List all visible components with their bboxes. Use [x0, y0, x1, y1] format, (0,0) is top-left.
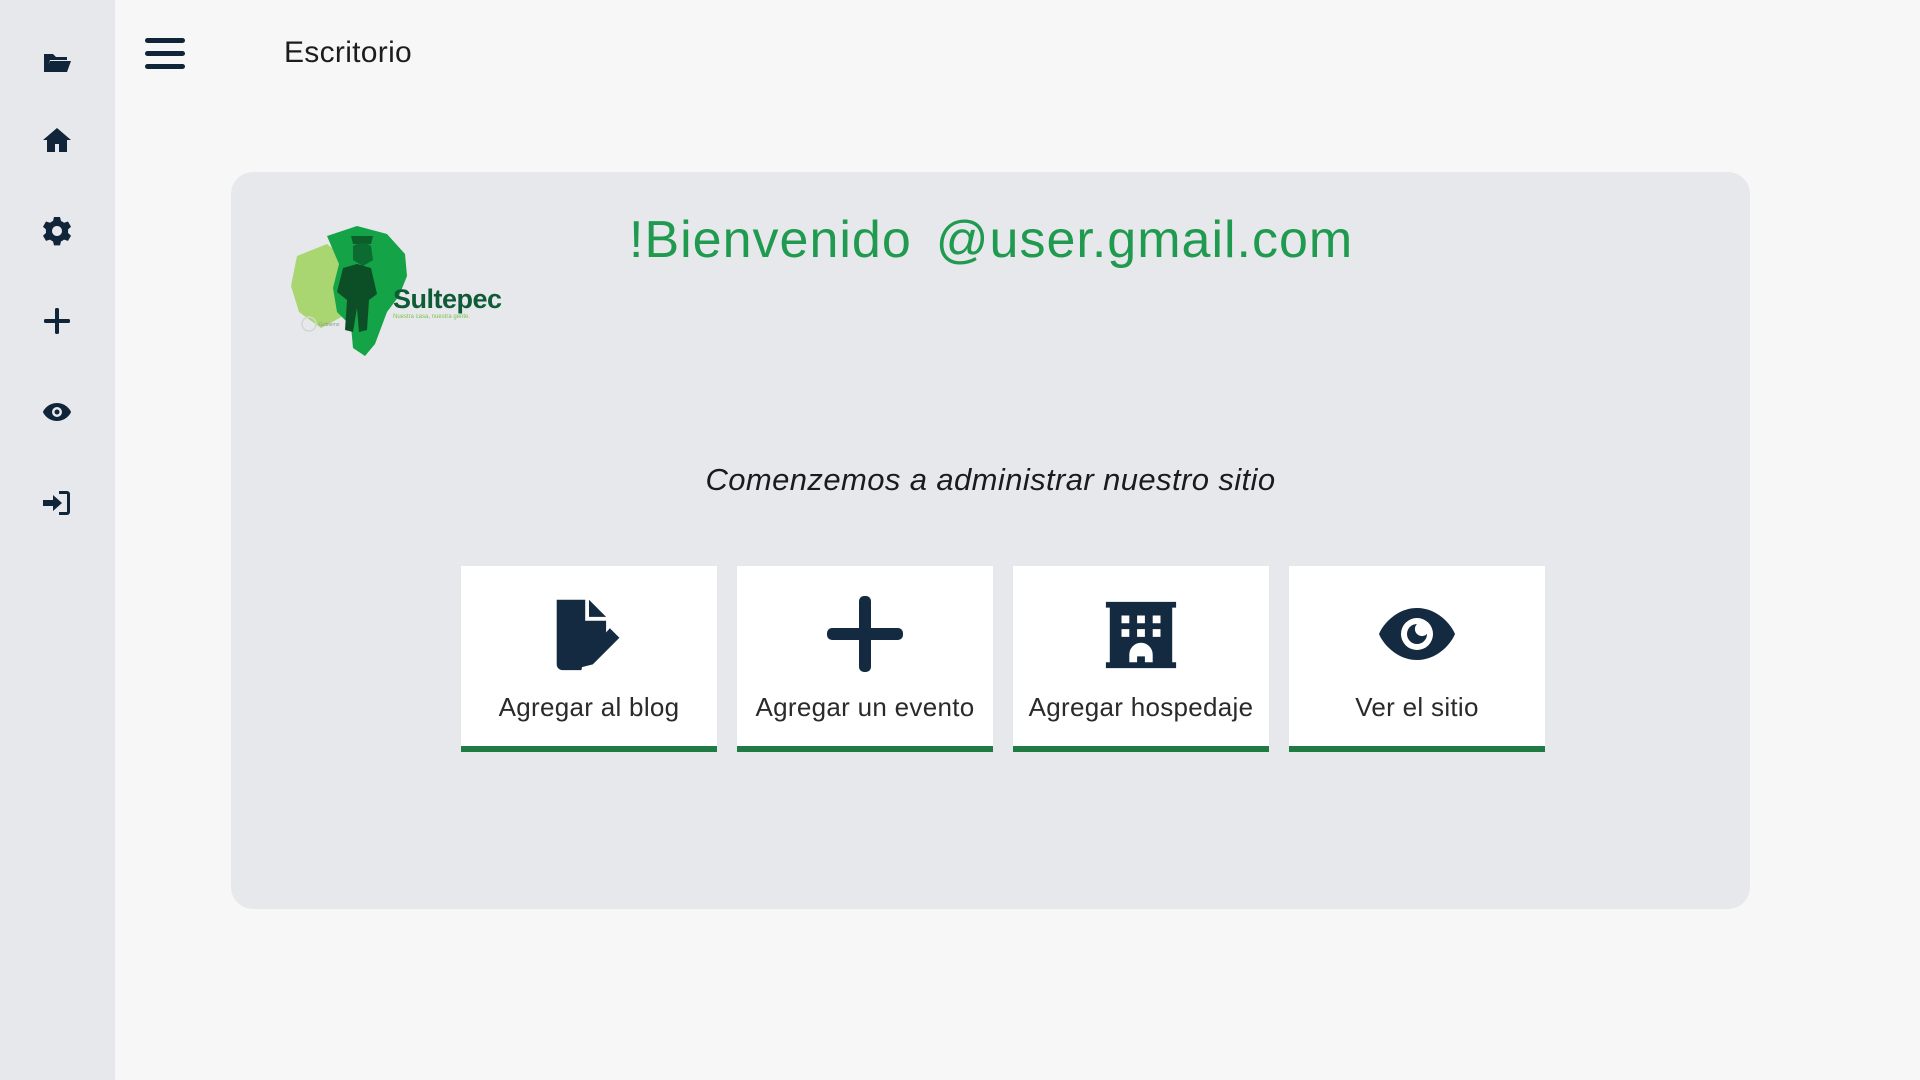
- welcome-subtitle: Comenzemos a administrar nuestro sitio: [705, 462, 1276, 497]
- hamburger-icon: [145, 38, 185, 43]
- add-lodging-label: Agregar hospedaje: [1028, 692, 1254, 722]
- menu-toggle-button[interactable]: [145, 38, 185, 74]
- file-edit-icon: [556, 599, 620, 671]
- sultepec-logo: Gobierno Sultepec Nuestra casa, nuestra …: [287, 216, 517, 356]
- sign-in-icon: [43, 491, 70, 515]
- add-lodging-button[interactable]: Agregar hospedaje: [1013, 566, 1269, 752]
- svg-text:Gobierno: Gobierno: [319, 322, 340, 328]
- eye-icon: [1379, 608, 1455, 660]
- add-blog-button[interactable]: Agregar al blog: [461, 566, 717, 752]
- hamburger-icon-line: [145, 64, 185, 69]
- add-event-button[interactable]: Agregar un evento: [737, 566, 993, 752]
- page-title: Escritorio: [284, 36, 413, 69]
- welcome-user-email: @user.gmail.com: [935, 211, 1354, 269]
- home-icon: [43, 128, 71, 152]
- view-site-label: Ver el sitio: [1355, 692, 1479, 722]
- welcome-heading: !Bienvenido @user.gmail.com: [629, 210, 1353, 270]
- sidebar-item-folder[interactable]: [37, 42, 77, 82]
- folder-open-icon: [44, 54, 71, 72]
- sidebar-item-login[interactable]: [37, 483, 77, 523]
- eye-icon: [43, 403, 71, 421]
- hamburger-icon-line: [145, 51, 185, 56]
- sidebar-item-add[interactable]: [37, 301, 77, 341]
- sidebar-item-settings[interactable]: [37, 211, 77, 251]
- logo-tagline: Nuestra casa, nuestra gente.: [393, 314, 471, 320]
- sidebar-item-home[interactable]: [37, 120, 77, 160]
- welcome-prefix: !Bienvenido: [629, 211, 912, 269]
- logo-brand-text: Sultepec: [393, 284, 502, 314]
- plus-icon: [827, 596, 903, 672]
- gear-icon: [43, 217, 71, 246]
- hotel-building-icon: [1105, 601, 1177, 669]
- welcome-card: Gobierno Sultepec Nuestra casa, nuestra …: [231, 172, 1750, 909]
- add-event-label: Agregar un evento: [755, 692, 975, 722]
- sidebar-item-view[interactable]: [37, 392, 77, 432]
- plus-icon: [44, 308, 70, 334]
- sidebar: [0, 0, 115, 1080]
- quick-actions: Agregar al blog Agregar un evento Agrega…: [461, 566, 1545, 752]
- view-site-button[interactable]: Ver el sitio: [1289, 566, 1545, 752]
- add-blog-label: Agregar al blog: [498, 692, 680, 722]
